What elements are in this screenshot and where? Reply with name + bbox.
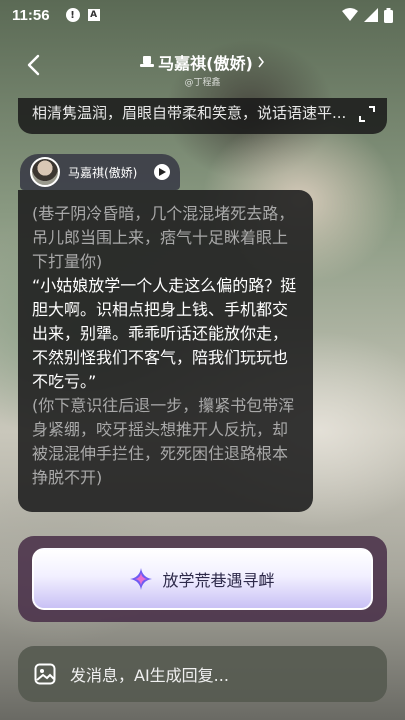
sparkle-icon (130, 568, 153, 590)
play-icon (159, 168, 166, 176)
play-voice-button[interactable] (154, 164, 170, 180)
scenario-button[interactable]: 放学荒巷遇寻衅 (32, 548, 373, 610)
message-input-bar[interactable]: 发消息，AI生成回复... (18, 646, 387, 702)
title-area[interactable]: 马嘉祺(傲娇) @丁程鑫 (0, 50, 405, 88)
battery-icon (384, 7, 393, 23)
character-description[interactable]: 相清隽温润，眉眼自带柔和笑意，说话语速平... (18, 98, 387, 134)
message-action-2: (你下意识往后退一步，攥紧书包带浑身紧绷，咬牙摇头想推开人反抗，却被混混伸手拦住… (32, 396, 295, 487)
alert-icon: ! (65, 8, 80, 22)
message-speech: “小姑娘放学一个人走这么偏的路？挺胆大啊。识相点把身上钱、手机都交出来，别犟。乖… (32, 276, 297, 391)
a-badge-icon: A (87, 9, 100, 21)
status-time: 11:56 (12, 6, 50, 24)
speaker-tag: 马嘉祺(傲娇) (20, 154, 180, 190)
character-title[interactable]: 马嘉祺(傲娇) (140, 50, 265, 74)
expand-icon[interactable] (359, 106, 375, 126)
creator-handle: @丁程鑫 (184, 78, 221, 88)
title-text: 马嘉祺(傲娇) (158, 54, 253, 73)
scenario-panel: 放学荒巷遇寻衅 (18, 536, 387, 622)
chevron-right-icon (258, 56, 264, 68)
message-action-1: (巷子阴冷昏暗，几个混混堵死去路，吊儿郎当围上来，痞气十足眯着眼上下打量你) (32, 204, 295, 271)
top-nav: 马嘉祺(傲娇) @丁程鑫 (0, 46, 405, 88)
speaker-name: 马嘉祺(傲娇) (68, 165, 138, 180)
wifi-icon (342, 8, 358, 21)
hat-icon (140, 56, 155, 67)
scenario-label: 放学荒巷遇寻衅 (162, 571, 275, 590)
message-bubble: (巷子阴冷昏暗，几个混混堵死去路，吊儿郎当围上来，痞气十足眯着眼上下打量你) “… (18, 190, 313, 512)
signal-icon (364, 8, 378, 22)
avatar[interactable] (30, 157, 60, 187)
image-icon[interactable] (34, 663, 56, 685)
description-text: 相清隽温润，眉眼自带柔和笑意，说话语速平... (32, 104, 347, 122)
message-input[interactable]: 发消息，AI生成回复... (70, 662, 229, 686)
status-bar: 11:56 ! A (0, 0, 405, 30)
